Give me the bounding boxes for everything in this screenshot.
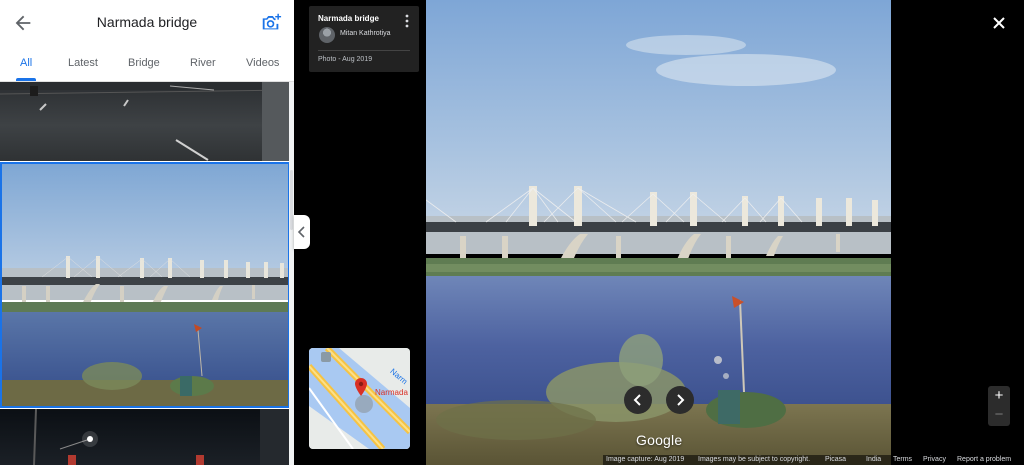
author-avatar[interactable] [319,27,335,43]
more-options-button[interactable] [402,14,412,28]
divider [318,50,410,51]
location-pin-icon [355,378,367,396]
zoom-out-button[interactable]: − [988,406,1010,426]
close-icon [993,17,1005,29]
picasa-label: Picasa [825,456,847,463]
panel-header: Narmada bridge [0,0,294,46]
country-link[interactable]: India [866,456,881,463]
place-title: Narmada bridge [96,14,198,30]
add-photo-button[interactable] [260,11,282,33]
bridge-photo-large [426,0,891,465]
active-tab-indicator [16,78,36,81]
photo-date: Photo - Aug 2019 [318,56,373,63]
scrollbar-track[interactable] [289,82,294,465]
info-place-name: Narmada bridge [318,14,379,23]
google-watermark: Google [636,432,683,448]
main-photo[interactable] [426,0,891,465]
chevron-left-icon [633,394,641,406]
zoom-controls: + − [988,386,1010,426]
photo-tabs: All Latest Bridge River Videos [0,46,294,82]
back-button[interactable] [12,12,34,34]
tab-river[interactable]: River [190,57,216,69]
photo-thumbnail[interactable] [0,82,290,161]
previous-photo-button[interactable] [624,386,652,414]
mini-map[interactable]: Narm Narmada [309,348,410,449]
road-photo [0,82,290,161]
photo-info-card: Narmada bridge Mitan Kathrotiya Photo - … [309,6,419,72]
close-button[interactable] [990,14,1008,32]
photo-thumbnail[interactable] [0,409,290,465]
chevron-left-icon [297,226,305,238]
bridge-photo [2,164,288,406]
map-place-label: Narmada [375,388,408,397]
report-problem-link[interactable]: Report a problem [957,456,1011,463]
tab-latest[interactable]: Latest [68,57,98,69]
more-vert-icon [405,14,409,28]
privacy-link[interactable]: Privacy [923,456,946,463]
copyright-notice: Images may be subject to copyright. [698,456,811,463]
tab-all[interactable]: All [20,57,32,69]
author-name[interactable]: Mitan Kathrotiya [340,30,391,37]
scrollbar-thumb[interactable] [290,170,293,230]
zoom-in-button[interactable]: + [988,386,1010,406]
collapse-panel-button[interactable] [294,215,310,249]
map-graphic [309,348,410,449]
photos-panel: Narmada bridge All Latest Bridge River V… [0,0,294,465]
picasa-credit[interactable]: Picasa [825,456,846,463]
night-photo [33,409,290,465]
terms-link[interactable]: Terms [893,456,912,463]
image-capture-date: Image capture: Aug 2019 [606,456,685,463]
next-photo-button[interactable] [666,386,694,414]
tab-bridge[interactable]: Bridge [128,57,160,69]
chevron-right-icon [677,394,685,406]
add-photo-icon [262,13,282,30]
photo-thumbnail-selected[interactable] [0,162,290,408]
attribution-bar: Image capture: Aug 2019 Images may be su… [603,455,1024,465]
tab-videos[interactable]: Videos [246,57,279,69]
arrow-back-icon [15,15,31,31]
